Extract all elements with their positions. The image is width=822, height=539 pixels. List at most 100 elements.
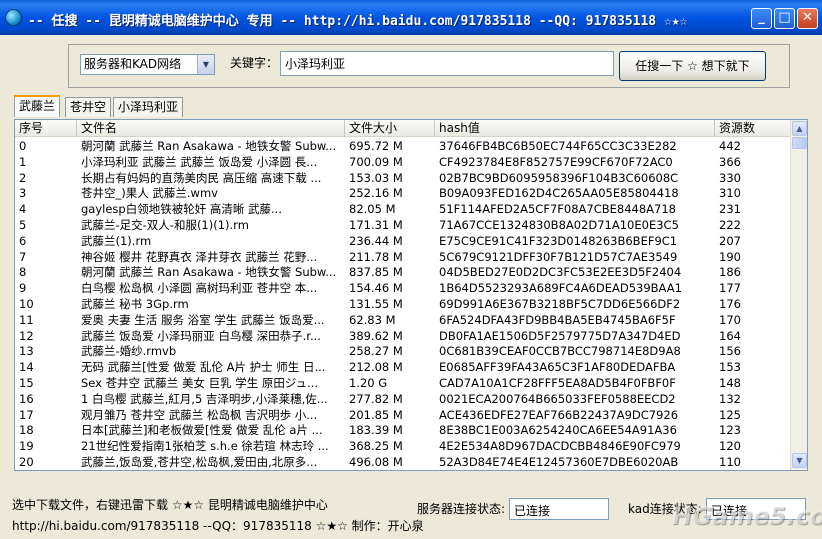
tab-2[interactable]: 小泽玛利亚 <box>113 97 184 117</box>
table-row[interactable]: 19 21世纪性爱指南1张柏芝 s.h.e 徐若瑄 林志玲 ... 368.25 M… <box>15 438 791 454</box>
table-cell: 153.03 M <box>349 170 403 185</box>
search-scope-value: 服务器和KAD网络 <box>84 57 182 71</box>
table-cell: 7 <box>19 249 27 264</box>
table-cell: 164 <box>719 328 741 343</box>
table-cell: 37646FB4BC6B50EC744F65CC3C33E282 <box>439 139 677 153</box>
table-cell: 02B7BC9BD6095958396F104B3C60608C <box>439 170 679 185</box>
column-header[interactable]: 文件大小 <box>345 120 435 137</box>
minimize-button[interactable]: _ <box>751 8 772 29</box>
table-cell: 神谷姬 樱井 花野真衣 泽井芽衣 武藤兰 花野... <box>81 249 318 264</box>
tab-0[interactable]: 武藤兰 <box>14 95 61 117</box>
table-row[interactable]: 1 小泽玛利亚 武藤兰 武藤兰 饭岛爱 小泽圆 長... 700.09 M CF492… <box>15 154 791 170</box>
table-body: 0 朝河蘭 武藤兰 Ran Asakawa - 地铁女警 Subw... 695.7… <box>15 138 791 471</box>
table-row[interactable]: 0 朝河蘭 武藤兰 Ran Asakawa - 地铁女警 Subw... 695.7… <box>15 138 791 154</box>
search-panel: 服务器和KAD网络 ▼ 关键字： 任搜一下 ☆ 想下就下 <box>68 44 790 88</box>
table-cell: 366 <box>719 154 741 169</box>
table-cell: 190 <box>719 249 741 264</box>
table-row[interactable]: 18 日本[武藤兰]和老板做爱[性爱 做爱 乱伦 a片 ... 183.39 M 8E… <box>15 422 791 438</box>
table-cell: 19 <box>19 439 34 454</box>
table-row[interactable]: 2 长期占有妈妈的直荡美肉民 高压缩 高速下载 ... 153.03 M 02B7BC… <box>15 170 791 186</box>
table-row[interactable]: 20 武藤兰,饭岛爱,苍井空,松岛枫,爱田由,北原多... 496.08 M 52A3… <box>15 454 791 470</box>
tab-1[interactable]: 苍井空 <box>65 97 112 117</box>
table-row[interactable]: 13 武藤兰-婚纱.rmvb 258.27 M 0C681B39CEAF0CCB7BC… <box>15 343 791 359</box>
scroll-down-icon[interactable]: ▼ <box>792 453 807 468</box>
table-cell: B09A093FED162D4C265AA05E85804418 <box>439 186 679 201</box>
results-table[interactable]: 序号 文件名 文件大小 hash值 资源数 0 朝河蘭 武藤兰 Ran Asaka… <box>14 119 808 471</box>
table-cell: 52A3D84E74E4E12457360E7DBE6020AB <box>439 454 679 469</box>
table-cell: 837.85 M <box>349 265 403 280</box>
table-cell: 310 <box>719 186 741 201</box>
title-bar[interactable]: -- 任搜 -- 昆明精诚电脑维护中心 专用 -- http://hi.baid… <box>0 0 822 35</box>
chevron-down-icon[interactable]: ▼ <box>197 55 214 74</box>
table-row[interactable]: 9 白鸟樱 松岛枫 小泽圆 高树玛利亚 苍井空 本... 154.46 M 1B64D… <box>15 280 791 296</box>
table-cell: 10 <box>19 296 34 311</box>
table-cell: 389.62 M <box>349 328 403 343</box>
table-cell: 4E2E534A8D967DACDCBB4846E90FC979 <box>439 439 681 454</box>
keyword-input[interactable] <box>280 51 614 76</box>
keyword-label: 关键字： <box>230 56 279 70</box>
table-row[interactable]: 21武藤兰72.25 MFF813120E7A0E8D6F7B6E814A564… <box>15 470 791 471</box>
table-row[interactable]: 10 武藤兰 秘书 3Gp.rm 131.55 M 69D991A6E367B3218… <box>15 296 791 312</box>
table-row[interactable]: 15 Sex 苍井空 武藤兰 美女 巨乳 学生 原田ジュ... 1.20 G CAD7… <box>15 375 791 391</box>
table-cell: DB0FA1AE1506D5F2579775D7A347D4ED <box>439 328 681 343</box>
scroll-thumb[interactable] <box>792 137 807 149</box>
table-cell: 20 <box>19 454 34 469</box>
table-cell: 12 <box>19 328 34 343</box>
table-cell: 236.44 M <box>349 233 403 248</box>
table-cell: FF813120E7A0E8D6F7B6E814A564987F <box>435 470 715 471</box>
table-row[interactable]: 8 朝河蘭 武藤兰 Ran Asakawa - 地铁女警 Subw... 837.8… <box>15 264 791 280</box>
table-cell: 120 <box>719 439 741 454</box>
table-row[interactable]: 6 武藤兰(1).rm 236.44 M E75C9CE91C41F323D01482… <box>15 233 791 249</box>
table-cell: 8E38BC1E003A6254240CA6EE54A91A36 <box>439 423 677 438</box>
table-row[interactable]: 3 苍井空_)果人 武藤兰.wmv 252.16 M B09A093FED162D4C… <box>15 185 791 201</box>
column-header[interactable]: 文件名 <box>77 120 345 137</box>
table-cell: 观月雏乃 苍井空 武藤兰 松岛枫 吉沢明歩 小... <box>81 407 318 422</box>
table-cell: 176 <box>719 296 741 311</box>
search-scope-select[interactable]: 服务器和KAD网络 ▼ <box>80 54 215 75</box>
table-cell: 1 <box>19 154 27 169</box>
table-cell: E75C9CE91C41F323D0148263B6BEF9C1 <box>439 233 678 248</box>
table-cell: 18 <box>19 423 34 438</box>
column-header[interactable]: hash值 <box>435 120 715 137</box>
table-cell: 177 <box>719 281 741 296</box>
table-cell: 小泽玛利亚 武藤兰 武藤兰 饭岛爱 小泽圆 長... <box>81 154 318 169</box>
table-cell: 62.83 M <box>349 312 396 327</box>
column-header[interactable]: 序号 <box>15 120 77 137</box>
table-cell: 0C681B39CEAF0CCB7BCC798714E8D9A8 <box>439 344 681 359</box>
table-cell: 武藤兰(1).rm <box>81 233 152 248</box>
table-cell: 爱奥 夫妻 生活 服务 浴室 学生 武藤兰 饭岛爱... <box>81 312 325 327</box>
table-cell: 211.78 M <box>349 249 403 264</box>
table-cell: 186 <box>719 265 741 280</box>
table-row[interactable]: 7 神谷姬 樱井 花野真衣 泽井芽衣 武藤兰 花野... 211.78 M 5C679… <box>15 249 791 265</box>
maximize-button[interactable]: □ <box>774 8 795 29</box>
download-tip: 选中下载文件，右键迅雷下载 ☆★☆ 昆明精诚电脑维护中心 <box>12 498 328 512</box>
table-cell: 04D5BED27E0D2DC3FC53E2EE3D5F2404 <box>439 265 682 280</box>
table-cell: 231 <box>719 202 741 217</box>
table-row[interactable]: 12 武藤兰 饭岛爱 小泽玛丽亚 白鸟樱 深田恭子.r... 389.62 M DB0… <box>15 328 791 344</box>
close-button[interactable]: ✕ <box>797 8 818 29</box>
table-cell: 武藤兰 <box>77 470 345 471</box>
table-cell: 183.39 M <box>349 423 403 438</box>
scroll-up-icon[interactable]: ▲ <box>792 121 807 136</box>
table-cell: 212.08 M <box>349 360 403 375</box>
table-cell: Sex 苍井空 武藤兰 美女 巨乳 学生 原田ジュ... <box>81 375 319 390</box>
table-cell: gaylesp白领地铁被轮奸 高清晰 武藤... <box>81 202 282 217</box>
table-cell: 9 <box>19 281 27 296</box>
vertical-scrollbar[interactable]: ▲ ▼ <box>790 120 807 470</box>
table-cell: ACE436EDFE27EAF766B22437A9DC7926 <box>439 407 679 422</box>
table-cell: 13 <box>19 344 34 359</box>
table-cell: 21 <box>15 470 77 471</box>
table-row[interactable]: 16 1 白鸟樱 武藤兰,紅月,5 吉泽明步,小泽莱穗,佐... 277.82 M 0… <box>15 391 791 407</box>
table-cell: 201.85 M <box>349 407 403 422</box>
search-button[interactable]: 任搜一下 ☆ 想下就下 <box>619 51 766 81</box>
table-row[interactable]: 5 武藤兰-足交-双人-和服(1)(1).rm 171.31 M 71A67CCE13… <box>15 217 791 233</box>
column-header[interactable]: 资源数 <box>715 120 791 137</box>
table-row[interactable]: 11 爱奥 夫妻 生活 服务 浴室 学生 武藤兰 饭岛爱... 62.83 M 6FA… <box>15 312 791 328</box>
table-row[interactable]: 14 无码 武藤兰[性爱 做爱 乱伦 A片 护士 师生 日... 212.08 M E… <box>15 359 791 375</box>
table-cell: 148 <box>719 375 741 390</box>
table-row[interactable]: 17 观月雏乃 苍井空 武藤兰 松岛枫 吉沢明歩 小... 201.85 M ACE4… <box>15 407 791 423</box>
table-cell: 15 <box>19 375 34 390</box>
table-cell: E0685AFF39FA43A65C3F1AF80DEDAFBA <box>439 360 676 375</box>
table-row[interactable]: 4 gaylesp白领地铁被轮奸 高清晰 武藤... 82.05 M 51F114AF… <box>15 201 791 217</box>
table-cell: 368.25 M <box>349 439 403 454</box>
